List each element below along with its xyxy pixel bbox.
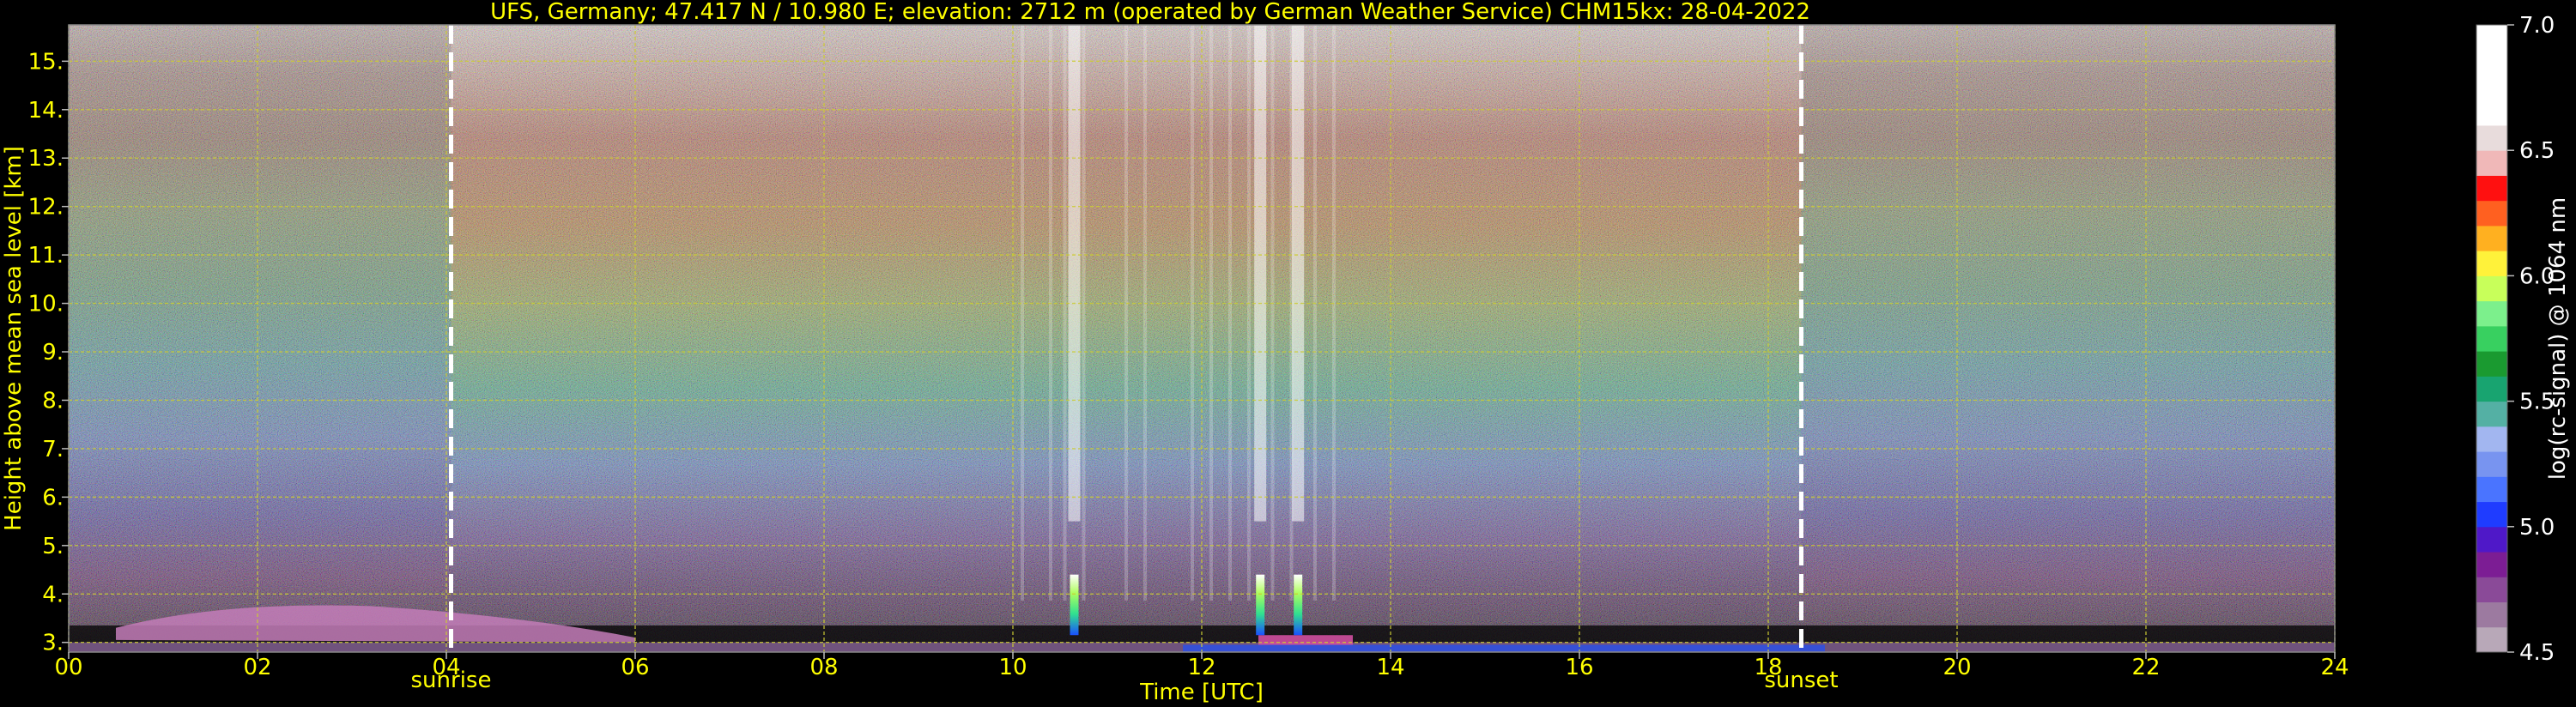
x-tick-label: 04 — [432, 655, 460, 680]
x-tick-label: 00 — [54, 655, 82, 680]
ground-return-pink — [1258, 635, 1353, 645]
colorbar: 4.55.05.56.06.57.0log(rc-signal) @ 1064 … — [2476, 13, 2571, 666]
y-tick-label: 11. — [28, 243, 64, 269]
ground-return-blue — [1183, 644, 1825, 652]
colorbar-segment — [2476, 124, 2507, 151]
x-tick-label: 18 — [1754, 655, 1782, 680]
cloud-column-base — [1294, 574, 1303, 636]
colorbar-segment — [2476, 501, 2507, 528]
colorbar-segment — [2476, 300, 2507, 327]
cloud-column-haze — [1068, 25, 1081, 522]
colorbar-segment — [2476, 401, 2507, 427]
y-tick-label: 8. — [42, 388, 64, 414]
colorbar-segment — [2476, 175, 2507, 202]
signal-streak — [1313, 25, 1317, 601]
y-tick-label: 4. — [42, 582, 64, 607]
signal-streak — [1247, 25, 1251, 601]
colorbar-segment — [2476, 526, 2507, 553]
colorbar-segment — [2476, 601, 2507, 628]
cloud-column-haze — [1254, 25, 1267, 522]
colorbar-segment — [2476, 325, 2507, 352]
x-tick-label: 20 — [1943, 655, 1971, 680]
signal-streak — [1191, 25, 1194, 601]
signal-streak — [1124, 25, 1128, 601]
signal-streak — [1270, 25, 1275, 601]
colorbar-segment — [2476, 25, 2507, 126]
x-tick-label: 22 — [2131, 655, 2160, 680]
colorbar-tick-label: 7.0 — [2519, 13, 2555, 39]
colorbar-segment — [2476, 577, 2507, 603]
x-tick-label: 02 — [243, 655, 271, 680]
y-tick-label: 5. — [42, 534, 64, 559]
x-axis-label: Time [UTC] — [1139, 680, 1264, 705]
colorbar-segment — [2476, 225, 2507, 251]
colorbar-segment — [2476, 150, 2507, 176]
x-tick-label: 08 — [809, 655, 838, 680]
x-tick-label: 24 — [2320, 655, 2349, 680]
y-tick-label: 10. — [28, 292, 64, 317]
colorbar-segment — [2476, 426, 2507, 452]
signal-streak — [1063, 25, 1067, 601]
colorbar-segment — [2476, 552, 2507, 577]
colorbar-label: log(rc-signal) @ 1064 nm — [2545, 197, 2571, 480]
signal-streak — [1049, 25, 1052, 601]
cloud-column-base — [1256, 574, 1265, 636]
ceilometer-chart: sunrise sunset00 02 04 06 08 10 12 14 16 18 20 22 243… — [1, 0, 2571, 705]
signal-streak — [1209, 25, 1213, 601]
signal-streak — [1332, 25, 1336, 601]
x-tick-label: 06 — [621, 655, 649, 680]
colorbar-segment — [2476, 251, 2507, 276]
colorbar-tick-label: 5.0 — [2519, 515, 2555, 541]
x-tick-label: 14 — [1376, 655, 1404, 680]
y-tick-label: 14. — [28, 98, 64, 124]
colorbar-segment — [2476, 351, 2507, 377]
y-tick-label: 13. — [28, 146, 64, 172]
colorbar-segment — [2476, 275, 2507, 302]
y-tick-label: 9. — [42, 340, 64, 366]
x-tick-label: 10 — [998, 655, 1027, 680]
cloud-column-haze — [1292, 25, 1305, 522]
y-tick-label: 6. — [42, 485, 64, 511]
colorbar-segment — [2476, 200, 2507, 227]
colorbar-tick-label: 6.5 — [2519, 138, 2555, 164]
signal-streak — [1143, 25, 1147, 601]
chart-title: UFS, Germany; 47.417 N / 10.980 E; eleva… — [490, 0, 1810, 25]
y-tick-label: 12. — [28, 195, 64, 221]
colorbar-tick-label: 4.5 — [2519, 640, 2555, 666]
signal-streak — [1021, 25, 1024, 601]
y-tick-label: 15. — [28, 49, 64, 75]
x-tick-label: 12 — [1187, 655, 1215, 680]
y-tick-label: 3. — [42, 631, 64, 656]
y-tick-label: 7. — [42, 437, 64, 462]
colorbar-segment — [2476, 376, 2507, 402]
y-axis-label: Height above mean sea level [km] — [1, 146, 27, 531]
colorbar-segment — [2476, 476, 2507, 503]
x-tick-label: 16 — [1565, 655, 1593, 680]
signal-streak — [1082, 25, 1086, 601]
colorbar-segment — [2476, 626, 2507, 653]
colorbar-segment — [2476, 451, 2507, 477]
signal-streak — [1228, 25, 1232, 601]
cloud-column-base — [1070, 574, 1079, 636]
